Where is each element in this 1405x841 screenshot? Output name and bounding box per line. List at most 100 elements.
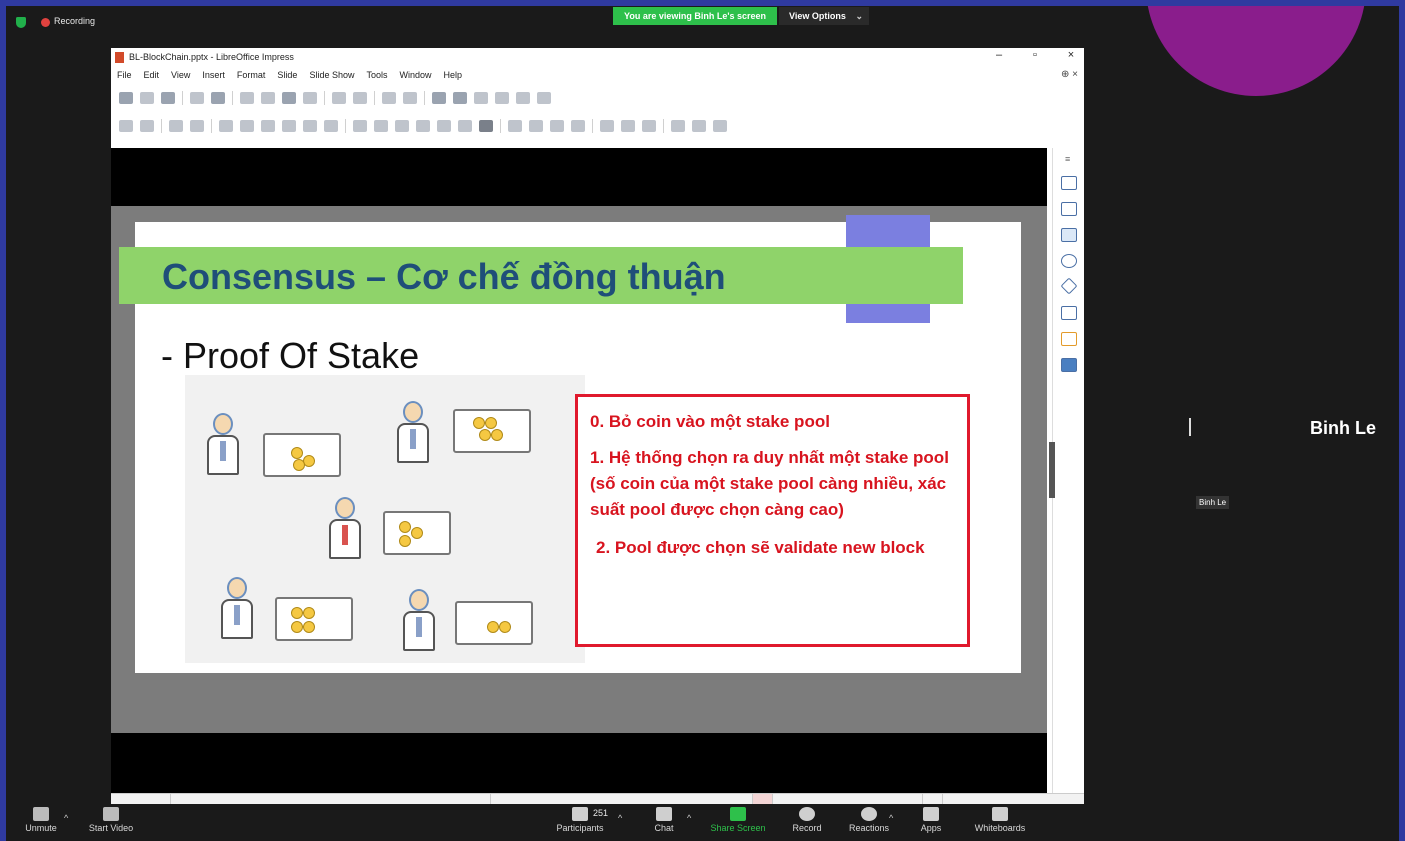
- view-options-button[interactable]: View Options ⌄: [779, 7, 869, 25]
- maximize-button[interactable]: ▫: [1025, 49, 1045, 61]
- star-icon[interactable]: [458, 120, 472, 132]
- apps-label: Apps: [920, 823, 942, 833]
- curve-tool-icon[interactable]: [303, 120, 317, 132]
- fill-color-icon[interactable]: [190, 120, 204, 132]
- chat-button[interactable]: Chat: [649, 805, 679, 833]
- participants-label: Participants: [556, 823, 604, 833]
- globe-icon[interactable]: ⊕ ×: [1061, 69, 1078, 80]
- distribute-icon[interactable]: [571, 120, 585, 132]
- step-1-text: 1. Hệ thống chọn ra duy nhất một stake p…: [590, 448, 949, 519]
- stakeholder-figure: [395, 587, 443, 655]
- new-icon[interactable]: [119, 92, 133, 104]
- flowchart-icon[interactable]: [416, 120, 430, 132]
- menu-edit[interactable]: Edit: [144, 70, 160, 80]
- display-views-icon[interactable]: [537, 92, 551, 104]
- copy-icon[interactable]: [261, 92, 275, 104]
- cut-icon[interactable]: [240, 92, 254, 104]
- block-arrows-icon[interactable]: [395, 120, 409, 132]
- menu-slide[interactable]: Slide: [277, 70, 297, 80]
- menu-file[interactable]: File: [117, 70, 132, 80]
- undo-icon[interactable]: [332, 92, 346, 104]
- menu-help[interactable]: Help: [444, 70, 463, 80]
- video-off-icon: [103, 807, 119, 821]
- arrow-tool-icon[interactable]: [282, 120, 296, 132]
- clone-formatting-icon[interactable]: [303, 92, 317, 104]
- step-0-text: 0. Bỏ coin vào một stake pool: [590, 412, 830, 431]
- zoom-fit-icon[interactable]: [923, 794, 943, 804]
- menu-insert[interactable]: Insert: [202, 70, 225, 80]
- glue-points-icon[interactable]: [692, 120, 706, 132]
- close-button[interactable]: ×: [1061, 49, 1081, 61]
- shadow-icon[interactable]: [600, 120, 614, 132]
- menu-tools[interactable]: Tools: [366, 70, 387, 80]
- participants-caret-icon[interactable]: ^: [618, 813, 622, 823]
- slide-transition-icon[interactable]: [1061, 306, 1077, 320]
- align-icon[interactable]: [529, 120, 543, 132]
- toggle-extrusion-icon[interactable]: [713, 120, 727, 132]
- reactions-button[interactable]: Reactions: [845, 805, 893, 833]
- zoom-icon[interactable]: [140, 120, 154, 132]
- properties-icon[interactable]: [1061, 176, 1077, 190]
- callout-icon[interactable]: [437, 120, 451, 132]
- open-icon[interactable]: [140, 92, 154, 104]
- chat-caret-icon[interactable]: ^: [687, 813, 691, 823]
- minimize-button[interactable]: –: [989, 49, 1009, 61]
- menu-slide-show[interactable]: Slide Show: [309, 70, 354, 80]
- paste-icon[interactable]: [282, 92, 296, 104]
- spelling-icon[interactable]: [403, 92, 417, 104]
- reactions-caret-icon[interactable]: ^: [889, 813, 893, 823]
- whiteboard-icon: [992, 807, 1008, 821]
- share-screen-button[interactable]: Share Screen: [706, 805, 770, 833]
- unmute-button[interactable]: Unmute: [20, 805, 62, 833]
- line-color-icon[interactable]: [169, 120, 183, 132]
- record-button[interactable]: Record: [787, 805, 827, 833]
- styles-icon[interactable]: [1061, 202, 1077, 216]
- whiteboards-button[interactable]: Whiteboards: [970, 805, 1030, 833]
- start-video-button[interactable]: Start Video: [86, 805, 136, 833]
- menu-format[interactable]: Format: [237, 70, 266, 80]
- basic-shapes-icon[interactable]: [353, 120, 367, 132]
- line-tool-icon[interactable]: [219, 120, 233, 132]
- navigator-icon[interactable]: [1061, 254, 1077, 268]
- consensus-steps-box: 0. Bỏ coin vào một stake pool 1. Hệ thốn…: [575, 394, 970, 647]
- audio-options-caret-icon[interactable]: ^: [64, 813, 68, 823]
- rectangle-tool-icon[interactable]: [240, 120, 254, 132]
- slide-edit-area[interactable]: Consensus – Cơ chế đồng thuận - Proof Of…: [111, 148, 1047, 793]
- menu-window[interactable]: Window: [399, 70, 431, 80]
- rotate-icon[interactable]: [508, 120, 522, 132]
- crop-icon[interactable]: [621, 120, 635, 132]
- textbox-icon[interactable]: [495, 92, 509, 104]
- ellipse-tool-icon[interactable]: [261, 120, 275, 132]
- filter-icon[interactable]: [642, 120, 656, 132]
- redo-icon[interactable]: [353, 92, 367, 104]
- master-slides-icon[interactable]: [1061, 358, 1077, 372]
- apps-button[interactable]: Apps: [916, 805, 946, 833]
- menu-bar: File Edit View Insert Format Slide Slide…: [111, 66, 1084, 84]
- sidebar-collapse-handle[interactable]: [1049, 442, 1055, 498]
- export-pdf-icon[interactable]: [190, 92, 204, 104]
- image-icon[interactable]: [453, 92, 467, 104]
- animation-icon[interactable]: [1061, 332, 1077, 346]
- print-icon[interactable]: [211, 92, 225, 104]
- reactions-label: Reactions: [848, 823, 890, 833]
- menu-view[interactable]: View: [171, 70, 190, 80]
- connector-tool-icon[interactable]: [324, 120, 338, 132]
- save-icon[interactable]: [161, 92, 175, 104]
- table-icon[interactable]: [432, 92, 446, 104]
- find-replace-icon[interactable]: [382, 92, 396, 104]
- chart-icon[interactable]: [474, 92, 488, 104]
- symbol-shapes-icon[interactable]: [374, 120, 388, 132]
- media-icon[interactable]: [516, 92, 530, 104]
- shapes-icon[interactable]: [1060, 277, 1078, 295]
- sidebar-deck: ≡: [1049, 148, 1084, 793]
- gallery-icon[interactable]: [1061, 228, 1077, 242]
- arrange-icon[interactable]: [550, 120, 564, 132]
- slide[interactable]: Consensus – Cơ chế đồng thuận - Proof Of…: [119, 215, 1021, 673]
- sidebar-menu-icon[interactable]: ≡: [1065, 154, 1070, 164]
- security-shield-icon[interactable]: [16, 17, 26, 28]
- points-icon[interactable]: [671, 120, 685, 132]
- 3d-objects-icon[interactable]: [479, 120, 493, 132]
- select-icon[interactable]: [119, 120, 133, 132]
- participant-name-large: Binh Le: [1310, 418, 1376, 438]
- stakeholder-figure: [389, 399, 437, 467]
